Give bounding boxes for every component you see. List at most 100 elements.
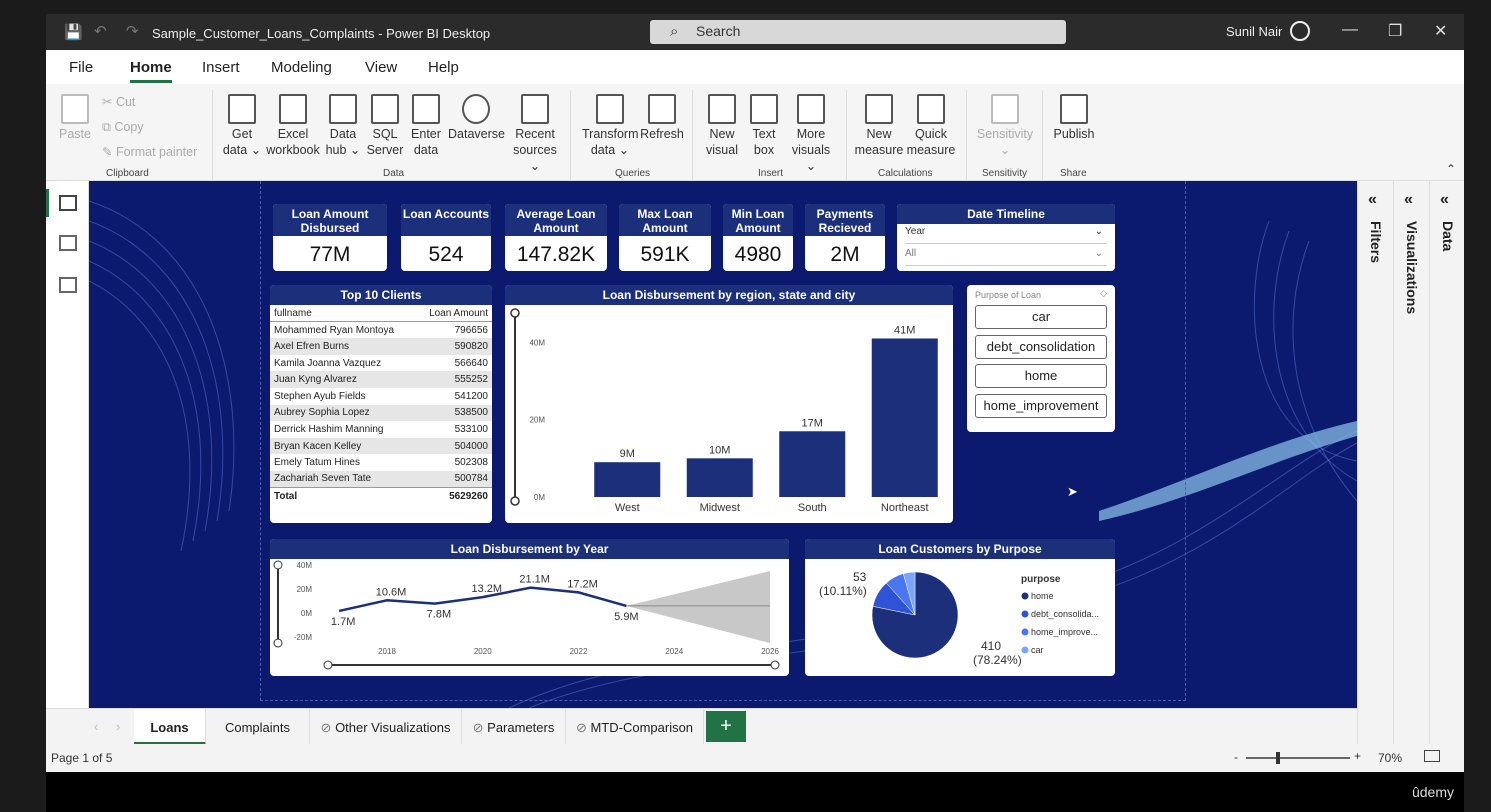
sensitivity-button[interactable]: Sensitivity ⌄ xyxy=(974,94,1036,158)
minimize-icon[interactable]: — xyxy=(1342,21,1358,39)
tab-mtd-comparison[interactable]: ⊘ MTD-Comparison xyxy=(566,709,704,745)
y-tick-label: 20M xyxy=(529,416,545,425)
tab-loans[interactable]: Loans xyxy=(134,709,206,745)
text-box-button[interactable]: Text box xyxy=(746,94,782,158)
slicer-item-home-improvement[interactable]: home_improvement xyxy=(975,394,1107,418)
bar-chart-icon xyxy=(708,94,736,124)
top-clients-table[interactable]: Top 10 Clients fullname Loan Amount Moham… xyxy=(270,285,492,523)
expand-data-icon[interactable]: « xyxy=(1440,191,1449,209)
ribbon-separator xyxy=(570,90,571,180)
group-share: Share xyxy=(1060,168,1087,179)
filters-pane[interactable]: «Filters xyxy=(1357,181,1392,759)
save-icon[interactable]: 💾 xyxy=(64,23,83,41)
tab-complaints[interactable]: Complaints xyxy=(206,709,310,745)
menu-home[interactable]: Home xyxy=(130,59,172,83)
copy-button[interactable]: ⧉ Copy xyxy=(102,119,144,135)
timeline-value-dropdown[interactable]: All xyxy=(905,248,1107,266)
menu-file[interactable]: File xyxy=(69,59,93,76)
purpose-slicer[interactable]: Purpose of Loan ◇ car debt_consolidation… xyxy=(967,285,1115,432)
search-icon: ⌕ xyxy=(670,23,679,40)
sensitivity-icon xyxy=(991,94,1019,124)
zoom-in-icon[interactable]: + xyxy=(1354,749,1361,763)
publish-button[interactable]: Publish xyxy=(1050,94,1098,142)
new-measure-button[interactable]: New measure xyxy=(854,94,904,158)
enter-data-button[interactable]: Enter data xyxy=(408,94,444,158)
menu-bar: File Home Insert Modeling View Help xyxy=(46,50,1464,84)
kpi-average-loan-amount[interactable]: Average Loan Amount 147.82K xyxy=(505,204,607,271)
table-row: Mohammed Ryan Montoya 796656 xyxy=(274,324,488,336)
col-loan-amount[interactable]: Loan Amount xyxy=(416,305,492,322)
tab-scroll-right-icon[interactable]: › xyxy=(116,719,120,734)
expand-visualizations-icon[interactable]: « xyxy=(1404,191,1413,209)
transform-data-button[interactable]: Transform data ⌄ xyxy=(582,94,639,158)
model-view-icon[interactable] xyxy=(59,277,77,293)
cut-button[interactable]: ✂ Cut xyxy=(102,94,135,110)
year-line-chart[interactable]: Loan Disbursement by Year -20M 0M 20M 40M 1.… xyxy=(270,539,789,676)
new-visual-button[interactable]: New visual xyxy=(702,94,742,158)
slicer-item-debt-consolidation[interactable]: debt_consolidation xyxy=(975,335,1107,359)
menu-help[interactable]: Help xyxy=(428,59,459,76)
powerbi-window: 💾 ↶ ↷ Sample_Customer_Loans_Complaints -… xyxy=(46,14,1464,772)
line-data-label: 21.1M xyxy=(519,574,550,586)
calculator-icon xyxy=(865,94,893,124)
eraser-icon[interactable]: ◇ xyxy=(1100,288,1107,299)
table-view-icon[interactable] xyxy=(59,235,77,251)
col-fullname[interactable]: fullname xyxy=(270,305,416,322)
kpi-loan-accounts[interactable]: Loan Accounts 524 xyxy=(401,204,491,271)
search-box[interactable]: ⌕ Search xyxy=(650,20,1066,44)
kpi-max-loan-amount[interactable]: Max Loan Amount 591K xyxy=(619,204,711,271)
close-icon[interactable]: ✕ xyxy=(1434,21,1447,41)
zoom-slider-thumb[interactable] xyxy=(1276,752,1280,764)
visualizations-pane[interactable]: «Visualizations xyxy=(1393,181,1428,759)
dataverse-button[interactable]: Dataverse xyxy=(448,94,505,142)
timeline-level-dropdown[interactable]: Year xyxy=(905,226,1107,244)
redo-icon[interactable]: ↷ xyxy=(126,22,139,40)
group-insert: Insert xyxy=(758,168,784,179)
tab-parameters[interactable]: ⊘ Parameters xyxy=(462,709,566,745)
get-data-button[interactable]: Get data ⌄ xyxy=(222,94,262,158)
avatar-icon[interactable] xyxy=(1290,21,1310,41)
quick-measure-button[interactable]: Quick measure xyxy=(906,94,956,158)
zoom-out-icon[interactable]: - xyxy=(1234,750,1238,764)
bar-data-label: 10M xyxy=(709,444,730,456)
data-pane[interactable]: «Data xyxy=(1429,181,1464,759)
slicer-item-car[interactable]: car xyxy=(975,305,1107,329)
undo-icon[interactable]: ↶ xyxy=(94,22,107,40)
refresh-button[interactable]: Refresh xyxy=(640,94,684,142)
menu-view[interactable]: View xyxy=(365,59,397,76)
table-row: Derrick Hashim Manning 533100 xyxy=(274,423,488,435)
add-page-button[interactable]: + xyxy=(706,711,746,742)
page-tabs: ‹ › Loans Complaints ⊘ Other Visualizati… xyxy=(46,708,1357,745)
data-hub-button[interactable]: Data hub ⌄ xyxy=(324,94,362,158)
x-tick-label: 2022 xyxy=(570,647,588,656)
fit-to-page-icon[interactable] xyxy=(1424,750,1440,762)
tab-other-visualizations[interactable]: ⊘ Other Visualizations xyxy=(310,709,462,745)
tab-scroll-left-icon[interactable]: ‹ xyxy=(94,719,98,734)
slicer-item-home[interactable]: home xyxy=(975,364,1107,388)
restore-icon[interactable]: ❐ xyxy=(1388,21,1402,41)
menu-modeling[interactable]: Modeling xyxy=(271,59,332,76)
more-visuals-button[interactable]: More visuals ⌄ xyxy=(786,94,836,174)
purpose-pie-chart[interactable]: Loan Customers by Purpose 410 (78.24%) 53(… xyxy=(805,539,1115,676)
bar-data-label: 9M xyxy=(620,448,635,460)
collapse-ribbon-icon[interactable]: ⌃ xyxy=(1446,162,1456,176)
menu-insert[interactable]: Insert xyxy=(202,59,240,76)
paste-button[interactable]: Paste xyxy=(58,94,92,142)
zoom-slider[interactable] xyxy=(1246,752,1350,764)
kpi-min-loan-amount[interactable]: Min Loan Amount 4980 xyxy=(723,204,793,271)
excel-workbook-button[interactable]: Excel workbook xyxy=(264,94,322,158)
line-hscroll-left xyxy=(323,660,333,670)
pie-data-label: (10.11%) xyxy=(819,584,867,598)
sql-server-button[interactable]: SQL Server xyxy=(366,94,404,158)
x-tick-label: West xyxy=(615,502,640,514)
mouse-cursor-icon: ➤ xyxy=(1067,484,1078,499)
date-timeline-slicer[interactable]: Date Timeline Year All xyxy=(897,204,1115,271)
format-painter-button[interactable]: ✎ Format painter xyxy=(102,144,197,160)
kpi-payments-received[interactable]: Payments Recieved 2M xyxy=(805,204,885,271)
kpi-loan-amount-disbursed[interactable]: Loan Amount Disbursed 77M xyxy=(273,204,387,271)
region-bar-chart[interactable]: Loan Disbursement by region, state and c… xyxy=(505,285,953,523)
report-canvas[interactable]: Loan Amount Disbursed 77M Loan Accounts 52… xyxy=(89,181,1357,708)
expand-filters-icon[interactable]: « xyxy=(1368,191,1377,209)
report-view-icon[interactable] xyxy=(59,195,77,211)
recent-sources-button[interactable]: Recent sources ⌄ xyxy=(510,94,560,174)
